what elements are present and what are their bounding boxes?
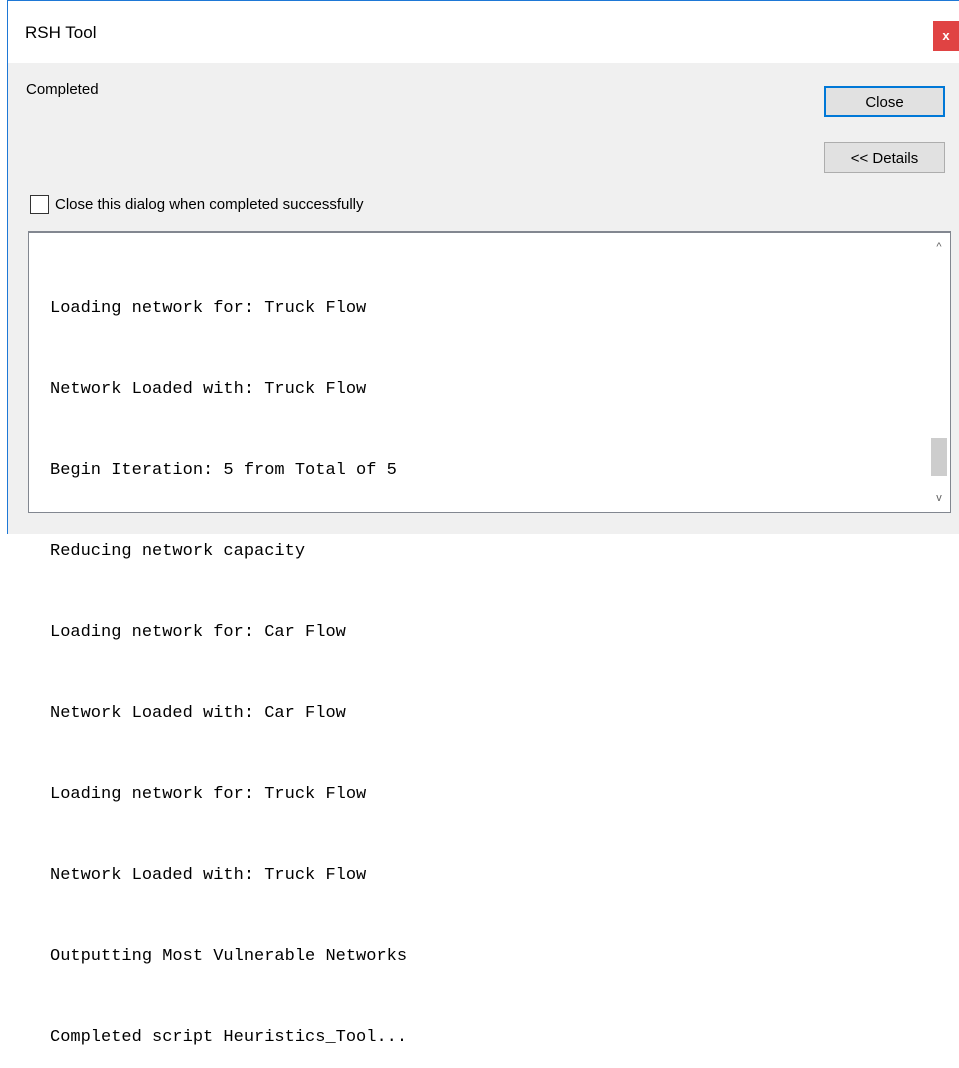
log-line: Loading network for: Truck Flow: [50, 785, 367, 804]
log-line: Network Loaded with: Truck Flow: [50, 866, 367, 885]
log-line: Begin Iteration: 5 from Total of 5: [50, 461, 397, 480]
log-line: Reducing network capacity: [50, 542, 306, 561]
status-text: Completed: [26, 81, 99, 98]
log-line: Completed script Heuristics_Tool...: [50, 1028, 408, 1047]
log-line: Loading network for: Truck Flow: [50, 299, 367, 318]
close-button[interactable]: Close: [824, 86, 945, 117]
log-line: Outputting Most Vulnerable Networks: [50, 947, 408, 966]
close-on-success-checkbox[interactable]: [30, 195, 49, 214]
close-on-success-label: Close this dialog when completed success…: [55, 196, 364, 213]
window-close-button[interactable]: x: [933, 21, 959, 51]
details-toggle-button[interactable]: << Details: [824, 142, 945, 173]
chevron-down-icon[interactable]: v: [928, 487, 950, 509]
log-lines: Loading network for: Truck Flow Network …: [50, 241, 407, 1068]
message-log[interactable]: Loading network for: Truck Flow Network …: [28, 231, 951, 1047]
rsh-tool-dialog: RSH Tool x Completed Close << Details Cl…: [7, 0, 959, 1047]
log-line: Loading network for: Car Flow: [50, 623, 346, 642]
log-line: Network Loaded with: Truck Flow: [50, 380, 367, 399]
title-bar: RSH Tool x: [8, 1, 959, 63]
log-line: Network Loaded with: Car Flow: [50, 704, 346, 723]
scroll-thumb[interactable]: [931, 438, 947, 476]
chevron-up-icon[interactable]: ^: [928, 236, 950, 258]
close-icon: x: [942, 28, 950, 43]
log-scrollbar[interactable]: ^ v: [928, 233, 950, 512]
window-title: RSH Tool: [25, 23, 97, 42]
